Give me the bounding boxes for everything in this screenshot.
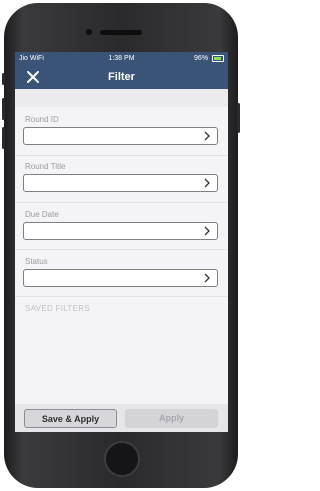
battery-percent: 96% (194, 55, 209, 62)
saved-filters-heading: SAVED FILTERS (25, 304, 90, 313)
status-bar: Jio WiFi 1:38 PM 96% (15, 52, 228, 65)
status-input[interactable] (23, 269, 218, 287)
save-and-apply-button[interactable]: Save & Apply (24, 409, 117, 428)
divider (15, 202, 228, 203)
footer-bar: Save & Apply Apply (15, 404, 228, 432)
volume-up-button (2, 98, 5, 120)
home-button[interactable] (104, 441, 140, 477)
chevron-right-icon (204, 226, 210, 236)
status-label: Status (25, 257, 48, 266)
power-button (237, 103, 240, 133)
divider (15, 249, 228, 250)
earpiece-speaker (100, 30, 142, 35)
chevron-right-icon (204, 178, 210, 188)
divider (15, 155, 228, 156)
chevron-right-icon (204, 273, 210, 283)
due-date-label: Due Date (25, 210, 59, 219)
divider (15, 296, 228, 297)
round-id-label: Round ID (25, 115, 59, 124)
round-title-label: Round Title (25, 162, 66, 171)
top-spacer (15, 89, 228, 107)
chevron-right-icon (204, 131, 210, 141)
page-title: Filter (108, 71, 135, 83)
mute-switch (2, 73, 5, 85)
app-screen: Jio WiFi 1:38 PM 96% Filter Round ID Rou… (15, 52, 228, 432)
battery-indicator: 96% (194, 52, 224, 65)
front-camera (86, 29, 92, 35)
due-date-input[interactable] (23, 222, 218, 240)
volume-down-button (2, 127, 5, 149)
battery-icon (212, 54, 224, 62)
round-id-input[interactable] (23, 127, 218, 145)
nav-bar: Filter (15, 65, 228, 89)
round-title-input[interactable] (23, 174, 218, 192)
apply-button[interactable]: Apply (125, 409, 218, 428)
